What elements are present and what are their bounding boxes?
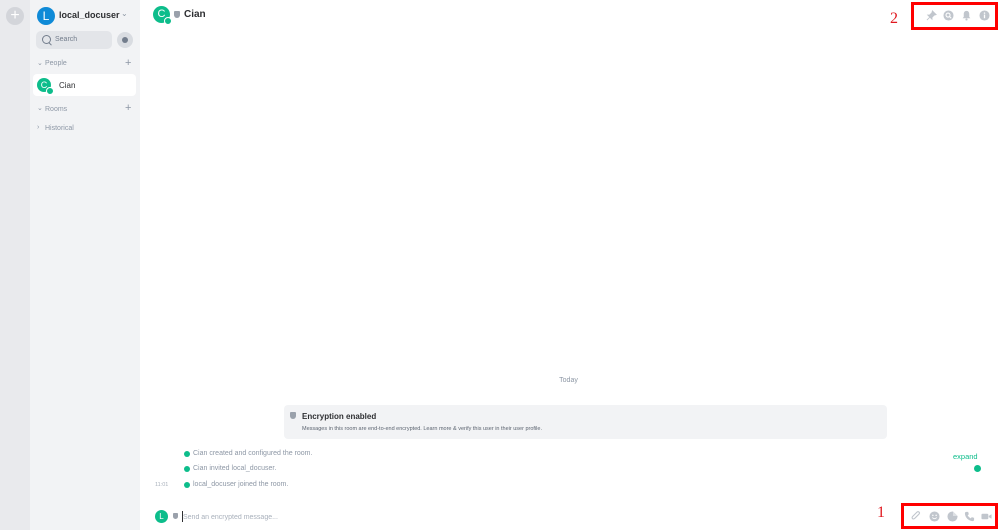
paperclip-icon[interactable] [911, 511, 922, 522]
compass-icon [122, 37, 128, 43]
encryption-description[interactable]: Messages in this room are end-to-end enc… [302, 426, 542, 432]
shield-icon [173, 513, 178, 519]
historical-section-header[interactable]: Historical [45, 125, 74, 132]
event-avatar[interactable] [184, 466, 190, 472]
add-people-button[interactable]: + [125, 57, 131, 69]
chevron-down-icon[interactable]: ⌄ [121, 9, 128, 18]
people-section-chevron[interactable]: ⌄ [37, 59, 43, 67]
shield-icon [290, 412, 296, 419]
timeline-event: Cian created and configured the room. [193, 450, 313, 457]
pin-icon[interactable] [926, 10, 937, 21]
event-avatar[interactable] [184, 451, 190, 457]
user-menu-name[interactable]: local_docuser [59, 10, 120, 20]
shield-icon [174, 11, 180, 18]
historical-section-chevron[interactable]: › [37, 124, 39, 131]
emoji-icon[interactable] [929, 511, 940, 522]
phone-icon[interactable] [964, 511, 975, 522]
annotation-label-2: 2 [890, 10, 898, 27]
annotation-label-1: 1 [877, 504, 885, 521]
room-header-title[interactable]: Cian [184, 9, 206, 20]
user-avatar[interactable]: L [37, 7, 55, 25]
search-icon[interactable] [943, 10, 954, 21]
timeline-event: Cian invited local_docuser. [193, 465, 277, 472]
presence-indicator [46, 87, 54, 95]
rooms-section-header[interactable]: Rooms [45, 106, 67, 113]
date-separator: Today [559, 377, 578, 384]
info-icon[interactable] [979, 10, 990, 21]
search-icon [42, 35, 51, 44]
composer-avatar: L [155, 510, 168, 523]
expand-link[interactable]: expand [953, 452, 978, 461]
room-name: Cian [59, 81, 76, 90]
space-bar [0, 0, 30, 530]
bell-icon[interactable] [961, 10, 972, 21]
presence-indicator [164, 17, 172, 25]
search-label: Search [55, 36, 78, 43]
encryption-notice [284, 405, 887, 439]
video-icon[interactable] [981, 511, 992, 522]
read-receipt-avatar[interactable] [974, 465, 981, 472]
timeline-event: local_docuser joined the room. [193, 481, 289, 488]
text-caret [182, 511, 183, 522]
event-timestamp: 11:01 [155, 482, 169, 488]
add-room-button[interactable]: + [125, 102, 131, 114]
message-composer-input[interactable] [183, 511, 483, 523]
event-avatar[interactable] [184, 482, 190, 488]
create-space-button[interactable]: + [6, 7, 24, 25]
people-section-header[interactable]: People [45, 60, 67, 67]
rooms-section-chevron[interactable]: ⌄ [37, 104, 43, 112]
encryption-title: Encryption enabled [302, 412, 377, 421]
sticker-icon[interactable] [947, 511, 958, 522]
